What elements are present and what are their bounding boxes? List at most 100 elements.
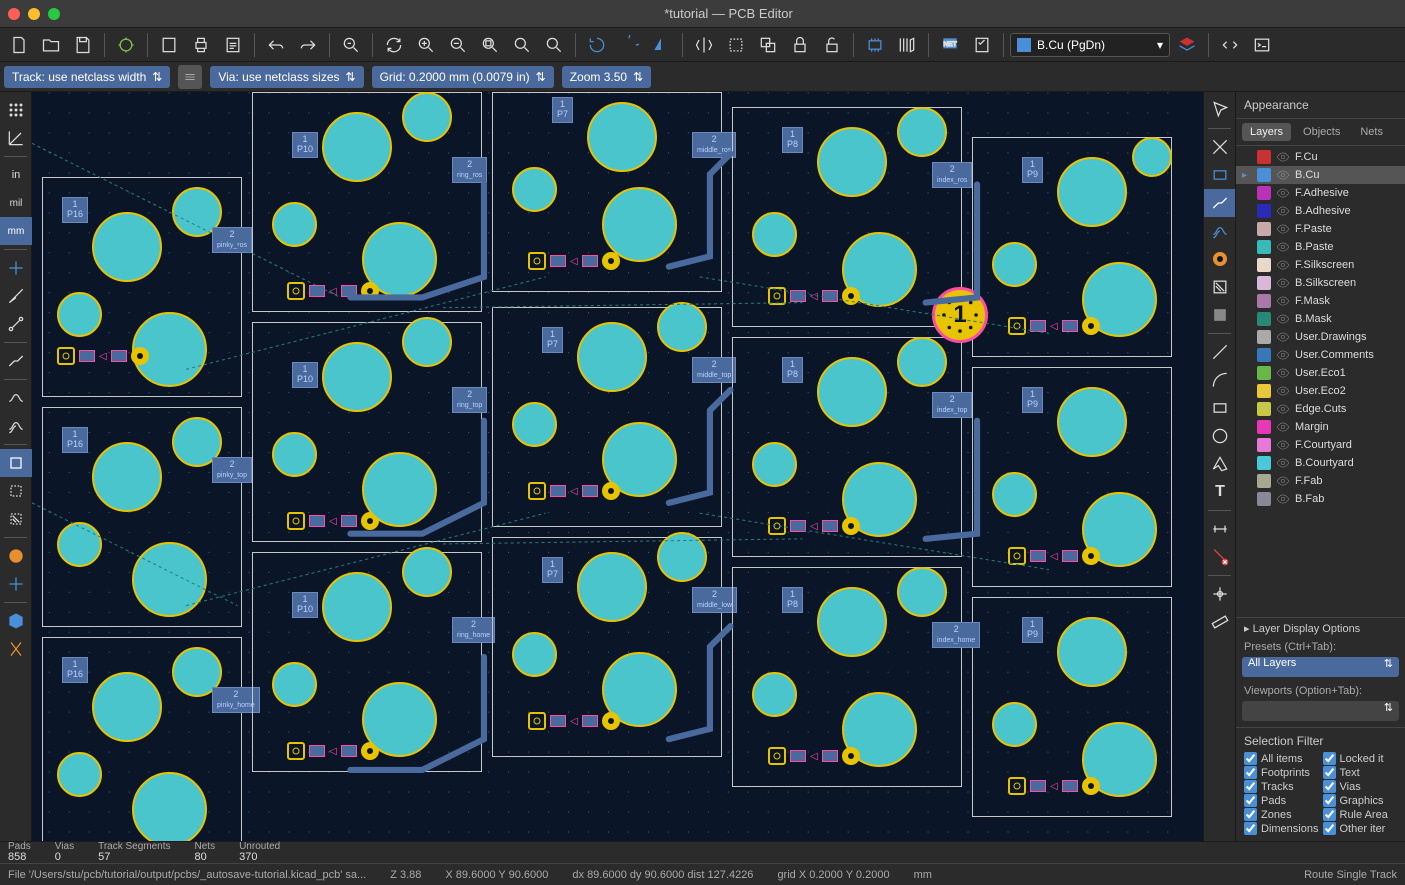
tab-layers[interactable]: Layers: [1242, 123, 1291, 141]
presets-select[interactable]: All Layers ⇅: [1242, 657, 1399, 677]
filter-rule-area[interactable]: Rule Area: [1323, 808, 1398, 821]
origin-button[interactable]: [1204, 580, 1236, 608]
filter-checkbox[interactable]: [1323, 808, 1336, 821]
layer-row-f-fab[interactable]: F.Fab: [1236, 472, 1405, 490]
3d-viewer-button[interactable]: [0, 607, 32, 635]
zoom-in-button[interactable]: [411, 30, 441, 60]
eye-icon[interactable]: [1276, 240, 1290, 254]
grid-select[interactable]: Grid: 0.2000 mm (0.0079 in)⇅: [372, 66, 554, 88]
zoom-fit-button[interactable]: [475, 30, 505, 60]
zoom-window-button[interactable]: [539, 30, 569, 60]
eye-icon[interactable]: [1276, 438, 1290, 452]
layer-row-b-mask[interactable]: B.Mask: [1236, 310, 1405, 328]
draw-poly-button[interactable]: [1204, 450, 1236, 478]
print-button[interactable]: [186, 30, 216, 60]
place-text-button[interactable]: T: [1204, 478, 1236, 506]
inches-unit-button[interactable]: in: [0, 161, 32, 189]
lock-button[interactable]: [785, 30, 815, 60]
layer-row-user-drawings[interactable]: User.Drawings: [1236, 328, 1405, 346]
contrast-button[interactable]: [0, 542, 32, 570]
filter-footprints[interactable]: Footprints: [1244, 766, 1319, 779]
layer-row-f-courtyard[interactable]: F.Courtyard: [1236, 436, 1405, 454]
route-track-button[interactable]: [1204, 189, 1236, 217]
place-footprint-button[interactable]: [1204, 161, 1236, 189]
layer-row-f-cu[interactable]: F.Cu: [1236, 148, 1405, 166]
close-window-button[interactable]: [8, 8, 20, 20]
eye-icon[interactable]: [1276, 456, 1290, 470]
page-settings-button[interactable]: [154, 30, 184, 60]
layer-row-user-comments[interactable]: User.Comments: [1236, 346, 1405, 364]
eye-icon[interactable]: [1276, 402, 1290, 416]
eye-icon[interactable]: [1276, 384, 1290, 398]
pcb-canvas[interactable]: 1P16 2pinky_ros ◁ 1P16 2pinky_top ◁: [32, 92, 1203, 841]
filter-all-items[interactable]: All items: [1244, 752, 1319, 765]
place-zone-button[interactable]: [1204, 273, 1236, 301]
zoom-select[interactable]: Zoom 3.50⇅: [562, 66, 651, 88]
layer-row-b-adhesive[interactable]: B.Adhesive: [1236, 202, 1405, 220]
eye-icon[interactable]: [1276, 186, 1290, 200]
drc-button[interactable]: [967, 30, 997, 60]
open-file-button[interactable]: [36, 30, 66, 60]
update-button[interactable]: NET: [935, 30, 965, 60]
grid-toggle-button[interactable]: [0, 96, 32, 124]
filter-checkbox[interactable]: [1323, 766, 1336, 779]
eye-icon[interactable]: [1276, 420, 1290, 434]
layer-row-user-eco2[interactable]: User.Eco2: [1236, 382, 1405, 400]
layer-row-user-eco1[interactable]: User.Eco1: [1236, 364, 1405, 382]
dimension-button[interactable]: [1204, 515, 1236, 543]
layer-row-f-silkscreen[interactable]: F.Silkscreen: [1236, 256, 1405, 274]
eye-icon[interactable]: [1276, 348, 1290, 362]
zone-fill-button[interactable]: [0, 505, 32, 533]
tab-nets[interactable]: Nets: [1352, 123, 1391, 141]
zone-hatch-button[interactable]: [0, 477, 32, 505]
filter-checkbox[interactable]: [1323, 780, 1336, 793]
layer-row-b-cu[interactable]: ▸ B.Cu: [1236, 166, 1405, 184]
active-layer-select[interactable]: B.Cu (PgDn) ▾: [1010, 33, 1170, 57]
plot-button[interactable]: [218, 30, 248, 60]
measure-button[interactable]: [1204, 608, 1236, 636]
layer-row-b-silkscreen[interactable]: B.Silkscreen: [1236, 274, 1405, 292]
zoom-out-button[interactable]: [443, 30, 473, 60]
filter-other-iter[interactable]: Other iter: [1323, 822, 1398, 835]
layer-row-b-paste[interactable]: B.Paste: [1236, 238, 1405, 256]
redo-button[interactable]: [293, 30, 323, 60]
filter-checkbox[interactable]: [1323, 822, 1336, 835]
filter-checkbox[interactable]: [1244, 822, 1257, 835]
draw-rect-button[interactable]: [1204, 394, 1236, 422]
via-size-select[interactable]: Via: use netclass sizes⇅: [210, 66, 363, 88]
eye-icon[interactable]: [1276, 222, 1290, 236]
place-keepout-button[interactable]: [1204, 301, 1236, 329]
tab-objects[interactable]: Objects: [1295, 123, 1348, 141]
console-button[interactable]: [1247, 30, 1277, 60]
preferences-button[interactable]: [0, 635, 32, 663]
filter-pads[interactable]: Pads: [1244, 794, 1319, 807]
maximize-window-button[interactable]: [48, 8, 60, 20]
eye-icon[interactable]: [1276, 168, 1290, 182]
zoom-selection-button[interactable]: [507, 30, 537, 60]
eye-icon[interactable]: [1276, 294, 1290, 308]
eye-icon[interactable]: [1276, 366, 1290, 380]
filter-checkbox[interactable]: [1323, 794, 1336, 807]
layers-icon-button[interactable]: [1172, 30, 1202, 60]
layer-row-f-paste[interactable]: F.Paste: [1236, 220, 1405, 238]
track-outline-button[interactable]: [0, 347, 32, 375]
layer-display-options-expander[interactable]: ▸ Layer Display Options: [1236, 617, 1405, 639]
cursor-shape-button[interactable]: [0, 254, 32, 282]
mirror-button[interactable]: [689, 30, 719, 60]
filter-text[interactable]: Text: [1323, 766, 1398, 779]
delete-button[interactable]: [1204, 543, 1236, 571]
save-file-button[interactable]: [68, 30, 98, 60]
zone-outline-button[interactable]: [0, 449, 32, 477]
filter-zones[interactable]: Zones: [1244, 808, 1319, 821]
unlock-button[interactable]: [817, 30, 847, 60]
new-file-button[interactable]: [4, 30, 34, 60]
via-outline-button[interactable]: [0, 384, 32, 412]
filter-checkbox[interactable]: [1244, 794, 1257, 807]
eye-icon[interactable]: [1276, 258, 1290, 272]
eye-icon[interactable]: [1276, 474, 1290, 488]
ratsnest-curved-button[interactable]: [0, 310, 32, 338]
layer-row-margin[interactable]: Margin: [1236, 418, 1405, 436]
layer-row-f-mask[interactable]: F.Mask: [1236, 292, 1405, 310]
find-button[interactable]: [336, 30, 366, 60]
net-highlight-button[interactable]: [1204, 133, 1236, 161]
